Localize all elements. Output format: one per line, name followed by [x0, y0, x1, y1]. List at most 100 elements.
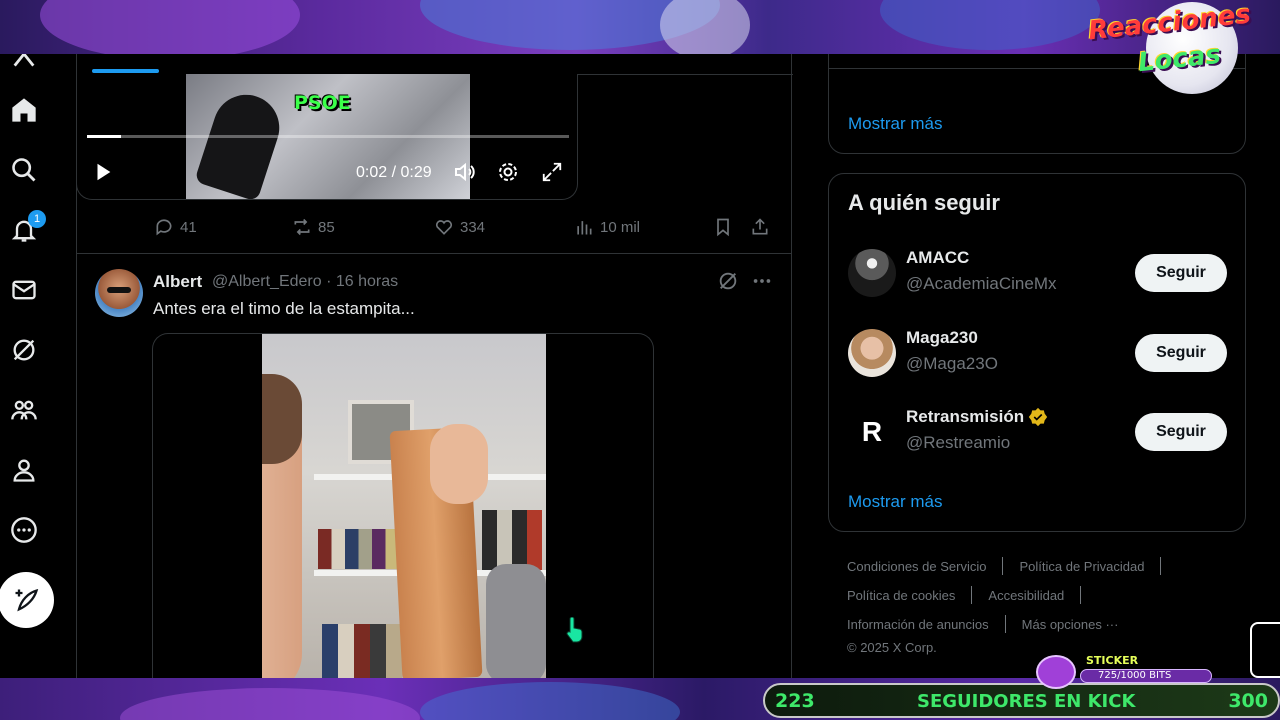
follow-button[interactable]: Seguir — [1135, 334, 1227, 372]
x-logo-icon[interactable] — [4, 54, 44, 67]
fullscreen-button[interactable] — [540, 160, 564, 184]
notification-badge: 1 — [28, 210, 46, 228]
grok-icon — [719, 272, 737, 290]
sticker-progress-text: 725/1000 BITS — [1098, 670, 1172, 681]
bookmark-button[interactable] — [713, 217, 733, 237]
nav-profile[interactable] — [4, 450, 44, 490]
nav-more[interactable] — [4, 510, 44, 550]
bookmark-icon — [717, 218, 729, 237]
cookies-link[interactable]: Política de cookies — [847, 588, 955, 603]
follower-goal-bar: 223 SEGUIDORES EN KICK 300 — [763, 683, 1280, 718]
copyright-text: © 2025 X Corp. — [847, 640, 937, 655]
post-text: Antes era el timo de la estampita... — [153, 299, 415, 318]
mail-icon — [12, 280, 36, 300]
video-progress-bar[interactable] — [87, 135, 569, 138]
views-button[interactable]: 10 mil — [574, 217, 640, 237]
x-app: 1 PSOE 0:02 / 0:29 41 85 334 10 mil Albe… — [0, 54, 1280, 678]
reply-icon — [156, 219, 172, 236]
nav-notifications[interactable]: 1 — [4, 210, 46, 250]
fullscreen-icon — [542, 162, 562, 182]
channel-logo: Reacciones Locas — [1087, 0, 1278, 94]
avatar[interactable]: R — [848, 408, 896, 456]
analytics-icon — [577, 221, 592, 235]
who-to-follow-card: A quién seguir AMACC @AcademiaCineMx Seg… — [828, 173, 1246, 532]
microphone-image — [194, 86, 288, 199]
post-more-button[interactable] — [749, 268, 775, 294]
suggestion-handle: @AcademiaCineMx — [906, 274, 1057, 293]
reply-count: 41 — [180, 218, 197, 236]
active-tab-indicator — [92, 69, 159, 73]
goal-label: SEGUIDORES EN KICK — [917, 691, 1136, 712]
repost-count: 85 — [318, 218, 335, 236]
goal-current: 223 — [775, 690, 815, 712]
settings-button[interactable] — [496, 160, 520, 184]
suggestion-handle: @Maga23O — [906, 354, 998, 373]
gear-icon — [499, 163, 517, 181]
search-icon — [12, 158, 36, 182]
more-horizontal-icon — [753, 279, 771, 283]
verified-badge-icon — [1028, 407, 1048, 427]
share-button[interactable] — [750, 217, 770, 237]
play-icon — [97, 163, 111, 181]
home-icon — [12, 98, 36, 122]
profile-icon — [13, 459, 35, 482]
accessibility-link[interactable]: Accesibilidad — [988, 588, 1064, 603]
video-player[interactable]: PSOE 0:02 / 0:29 — [76, 74, 578, 200]
video-time: 0:02 / 0:29 — [356, 164, 432, 181]
terms-link[interactable]: Condiciones de Servicio — [847, 559, 986, 574]
avatar[interactable] — [95, 269, 143, 317]
nav-explore[interactable] — [4, 150, 44, 190]
follow-suggestion[interactable]: R Retransmisión @Restreamio Seguir — [829, 403, 1245, 463]
ads-info-link[interactable]: Información de anuncios — [847, 617, 989, 632]
more-circle-icon — [11, 517, 37, 543]
follow-button[interactable]: Seguir — [1135, 254, 1227, 292]
grok-explain-button[interactable] — [717, 270, 739, 292]
feather-plus-icon — [15, 588, 39, 612]
video-frame — [262, 334, 546, 678]
follow-button[interactable]: Seguir — [1135, 413, 1227, 451]
heart-icon — [435, 220, 453, 235]
avatar[interactable] — [848, 329, 896, 377]
who-to-follow-title: A quién seguir — [848, 190, 1000, 215]
like-count: 334 — [460, 218, 486, 236]
who-to-follow-show-more-link[interactable]: Mostrar más — [848, 492, 942, 512]
repost-button[interactable]: 85 — [292, 217, 335, 237]
goal-target: 300 — [1228, 690, 1268, 712]
post-author-handle[interactable]: @Albert_Edero · 16 horas — [212, 273, 398, 291]
video-caption: PSOE — [294, 92, 351, 114]
compose-post-button[interactable] — [0, 572, 54, 628]
sticker-party-widget: STICKER PARTY 725/1000 BITS — [1036, 654, 1212, 689]
heart-plus-icon — [1036, 655, 1076, 689]
post-author-name[interactable]: Albert — [153, 272, 202, 292]
webcam-frame — [1250, 622, 1280, 678]
grok-icon — [13, 339, 35, 361]
volume-button[interactable] — [453, 160, 477, 184]
nav-messages[interactable] — [4, 270, 44, 310]
nav-communities[interactable] — [4, 390, 44, 430]
more-options-link[interactable]: Más opciones ··· — [1022, 617, 1119, 632]
volume-icon — [455, 162, 475, 182]
repost-icon — [294, 218, 310, 236]
suggestion-handle: @Restreamio — [906, 433, 1011, 452]
follow-suggestion[interactable]: Maga230 @Maga23O Seguir — [829, 324, 1245, 384]
play-button[interactable] — [91, 160, 115, 184]
suggestion-name[interactable]: AMACC — [906, 248, 969, 268]
views-count: 10 mil — [600, 218, 641, 236]
nav-grok[interactable] — [4, 330, 44, 370]
post-actions: 41 85 334 10 mil — [76, 214, 792, 244]
follow-suggestion[interactable]: AMACC @AcademiaCineMx Seguir — [829, 244, 1245, 304]
privacy-link[interactable]: Política de Privacidad — [1019, 559, 1144, 574]
nav-home[interactable] — [4, 90, 44, 130]
like-button[interactable]: 334 — [434, 217, 485, 237]
communities-icon — [11, 400, 37, 420]
suggestion-name[interactable]: Maga230 — [906, 328, 978, 348]
avatar[interactable] — [848, 249, 896, 297]
suggestion-name[interactable]: Retransmisión — [906, 407, 1048, 427]
share-icon — [752, 218, 768, 235]
reply-button[interactable]: 41 — [154, 217, 197, 237]
trends-show-more-link[interactable]: Mostrar más — [848, 114, 942, 134]
video-progress-fill — [87, 135, 121, 138]
post[interactable]: Albert @Albert_Edero · 16 horas Antes er… — [76, 254, 792, 678]
hand-cursor-icon — [564, 616, 584, 643]
sidebar-nav: 1 — [0, 54, 76, 678]
